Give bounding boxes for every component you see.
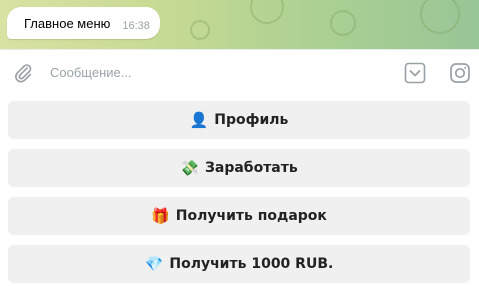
- get-gift-button-label: Получить подарок: [175, 208, 327, 224]
- get-1000-rub-button-label: Получить 1000 RUB.: [169, 256, 334, 272]
- message-time: 16:38: [122, 20, 150, 32]
- chat-background: Главное меню 16:38: [0, 0, 479, 49]
- message-input[interactable]: [50, 61, 380, 83]
- wallpaper-doodle: [330, 10, 356, 36]
- get-gift-button[interactable]: 🎁 Получить подарок: [8, 197, 470, 235]
- wallpaper-doodle: [250, 0, 284, 24]
- message-composer: [0, 49, 479, 96]
- earn-button-label: Заработать: [204, 160, 298, 176]
- message-text: Главное меню: [24, 15, 111, 31]
- telegram-chat-screen: Главное меню 16:38 👤 Профиль: [0, 0, 479, 286]
- keyboard-toggle-icon[interactable]: [404, 62, 426, 84]
- wallpaper-doodle: [420, 0, 460, 34]
- wallpaper-doodle: [190, 20, 210, 40]
- gift-icon: 🎁: [151, 207, 170, 225]
- message-bubble[interactable]: Главное меню 16:38: [7, 7, 160, 39]
- earn-button[interactable]: 💸 Заработать: [8, 149, 470, 187]
- profile-button[interactable]: 👤 Профиль: [8, 101, 470, 139]
- money-wings-icon: 💸: [180, 159, 199, 177]
- profile-button-label: Профиль: [214, 112, 289, 128]
- instagram-camera-icon[interactable]: [448, 61, 472, 85]
- get-1000-rub-button[interactable]: 💎 Получить 1000 RUB.: [8, 245, 470, 283]
- paperclip-icon[interactable]: [12, 62, 34, 84]
- user-icon: 👤: [189, 111, 209, 129]
- gem-icon: 💎: [144, 255, 164, 273]
